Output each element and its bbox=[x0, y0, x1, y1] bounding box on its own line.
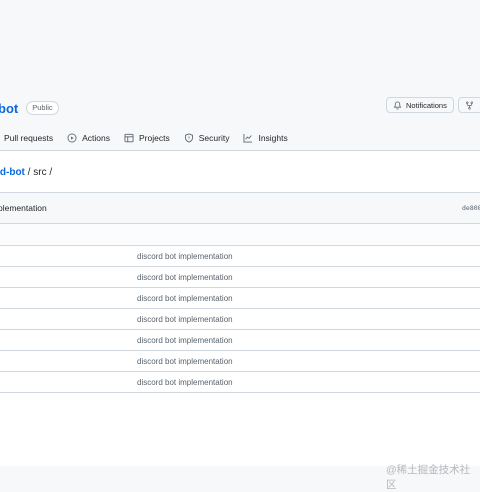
table-icon bbox=[124, 133, 134, 143]
tab-pull-requests-label: Pull requests bbox=[4, 133, 54, 143]
tab-insights[interactable]: Insights bbox=[243, 133, 288, 143]
tab-security-label: Security bbox=[198, 133, 230, 143]
breadcrumb-repo-link[interactable]: rd-bot bbox=[0, 167, 25, 178]
file-commit-message[interactable]: discord bot implementation bbox=[137, 252, 233, 261]
file-row[interactable]: discord bot implementation bbox=[0, 351, 480, 372]
file-commit-message[interactable]: discord bot implementation bbox=[137, 378, 233, 387]
file-commit-message[interactable]: discord bot implementation bbox=[137, 357, 233, 366]
tab-projects-label: Projects bbox=[139, 133, 170, 143]
breadcrumb-folder: src bbox=[33, 167, 47, 178]
repository-page: bot Public Notifications Pull requests A… bbox=[0, 14, 480, 466]
graph-icon bbox=[243, 133, 253, 143]
repo-header: bot Public Notifications Pull requests A… bbox=[0, 14, 480, 151]
notifications-label: Notifications bbox=[406, 100, 447, 110]
breadcrumb-separator: / bbox=[24, 167, 34, 178]
tab-actions[interactable]: Actions bbox=[67, 133, 110, 143]
file-row[interactable]: discord bot implementation bbox=[0, 288, 480, 309]
file-commit-message[interactable]: discord bot implementation bbox=[137, 315, 233, 324]
repo-name-link[interactable]: bot bbox=[0, 101, 18, 116]
tab-actions-label: Actions bbox=[82, 133, 111, 143]
tab-security[interactable]: Security bbox=[184, 133, 230, 143]
notifications-button[interactable]: Notifications bbox=[386, 97, 454, 113]
tab-pull-requests[interactable]: Pull requests bbox=[4, 133, 53, 143]
breadcrumb: rd-bot / src / bbox=[0, 167, 52, 178]
repo-nav-tabs: Pull requests Actions Projects Security … bbox=[0, 127, 302, 149]
latest-commit-sha[interactable]: de808 bbox=[462, 204, 480, 212]
file-row[interactable]: discord bot implementation bbox=[0, 330, 480, 351]
bell-icon bbox=[393, 100, 402, 110]
latest-commit-bar: plementation de808 bbox=[0, 193, 480, 224]
repo-title: bot Public bbox=[0, 98, 59, 118]
visibility-badge: Public bbox=[26, 101, 59, 115]
file-commit-message[interactable]: discord bot implementation bbox=[137, 336, 233, 345]
parent-directory-row[interactable] bbox=[0, 224, 480, 246]
file-row[interactable]: discord bot implementation bbox=[0, 309, 480, 330]
file-commit-message[interactable]: discord bot implementation bbox=[137, 273, 233, 282]
tab-projects[interactable]: Projects bbox=[124, 133, 170, 143]
file-row[interactable]: discord bot implementation bbox=[0, 246, 480, 267]
play-icon bbox=[67, 133, 77, 143]
fork-button[interactable] bbox=[458, 97, 480, 113]
file-commit-message[interactable]: discord bot implementation bbox=[137, 294, 233, 303]
breadcrumb-separator: / bbox=[46, 167, 53, 178]
latest-commit-message[interactable]: plementation bbox=[0, 203, 47, 213]
file-row[interactable]: discord bot implementation bbox=[0, 267, 480, 288]
file-row[interactable]: discord bot implementation bbox=[0, 372, 480, 393]
watermark: @稀土掘金技术社区 bbox=[386, 464, 471, 491]
tab-insights-label: Insights bbox=[258, 133, 288, 143]
file-list: plementation de808 discord bot implement… bbox=[0, 192, 480, 393]
fork-icon bbox=[466, 100, 473, 110]
shield-icon bbox=[184, 133, 193, 143]
